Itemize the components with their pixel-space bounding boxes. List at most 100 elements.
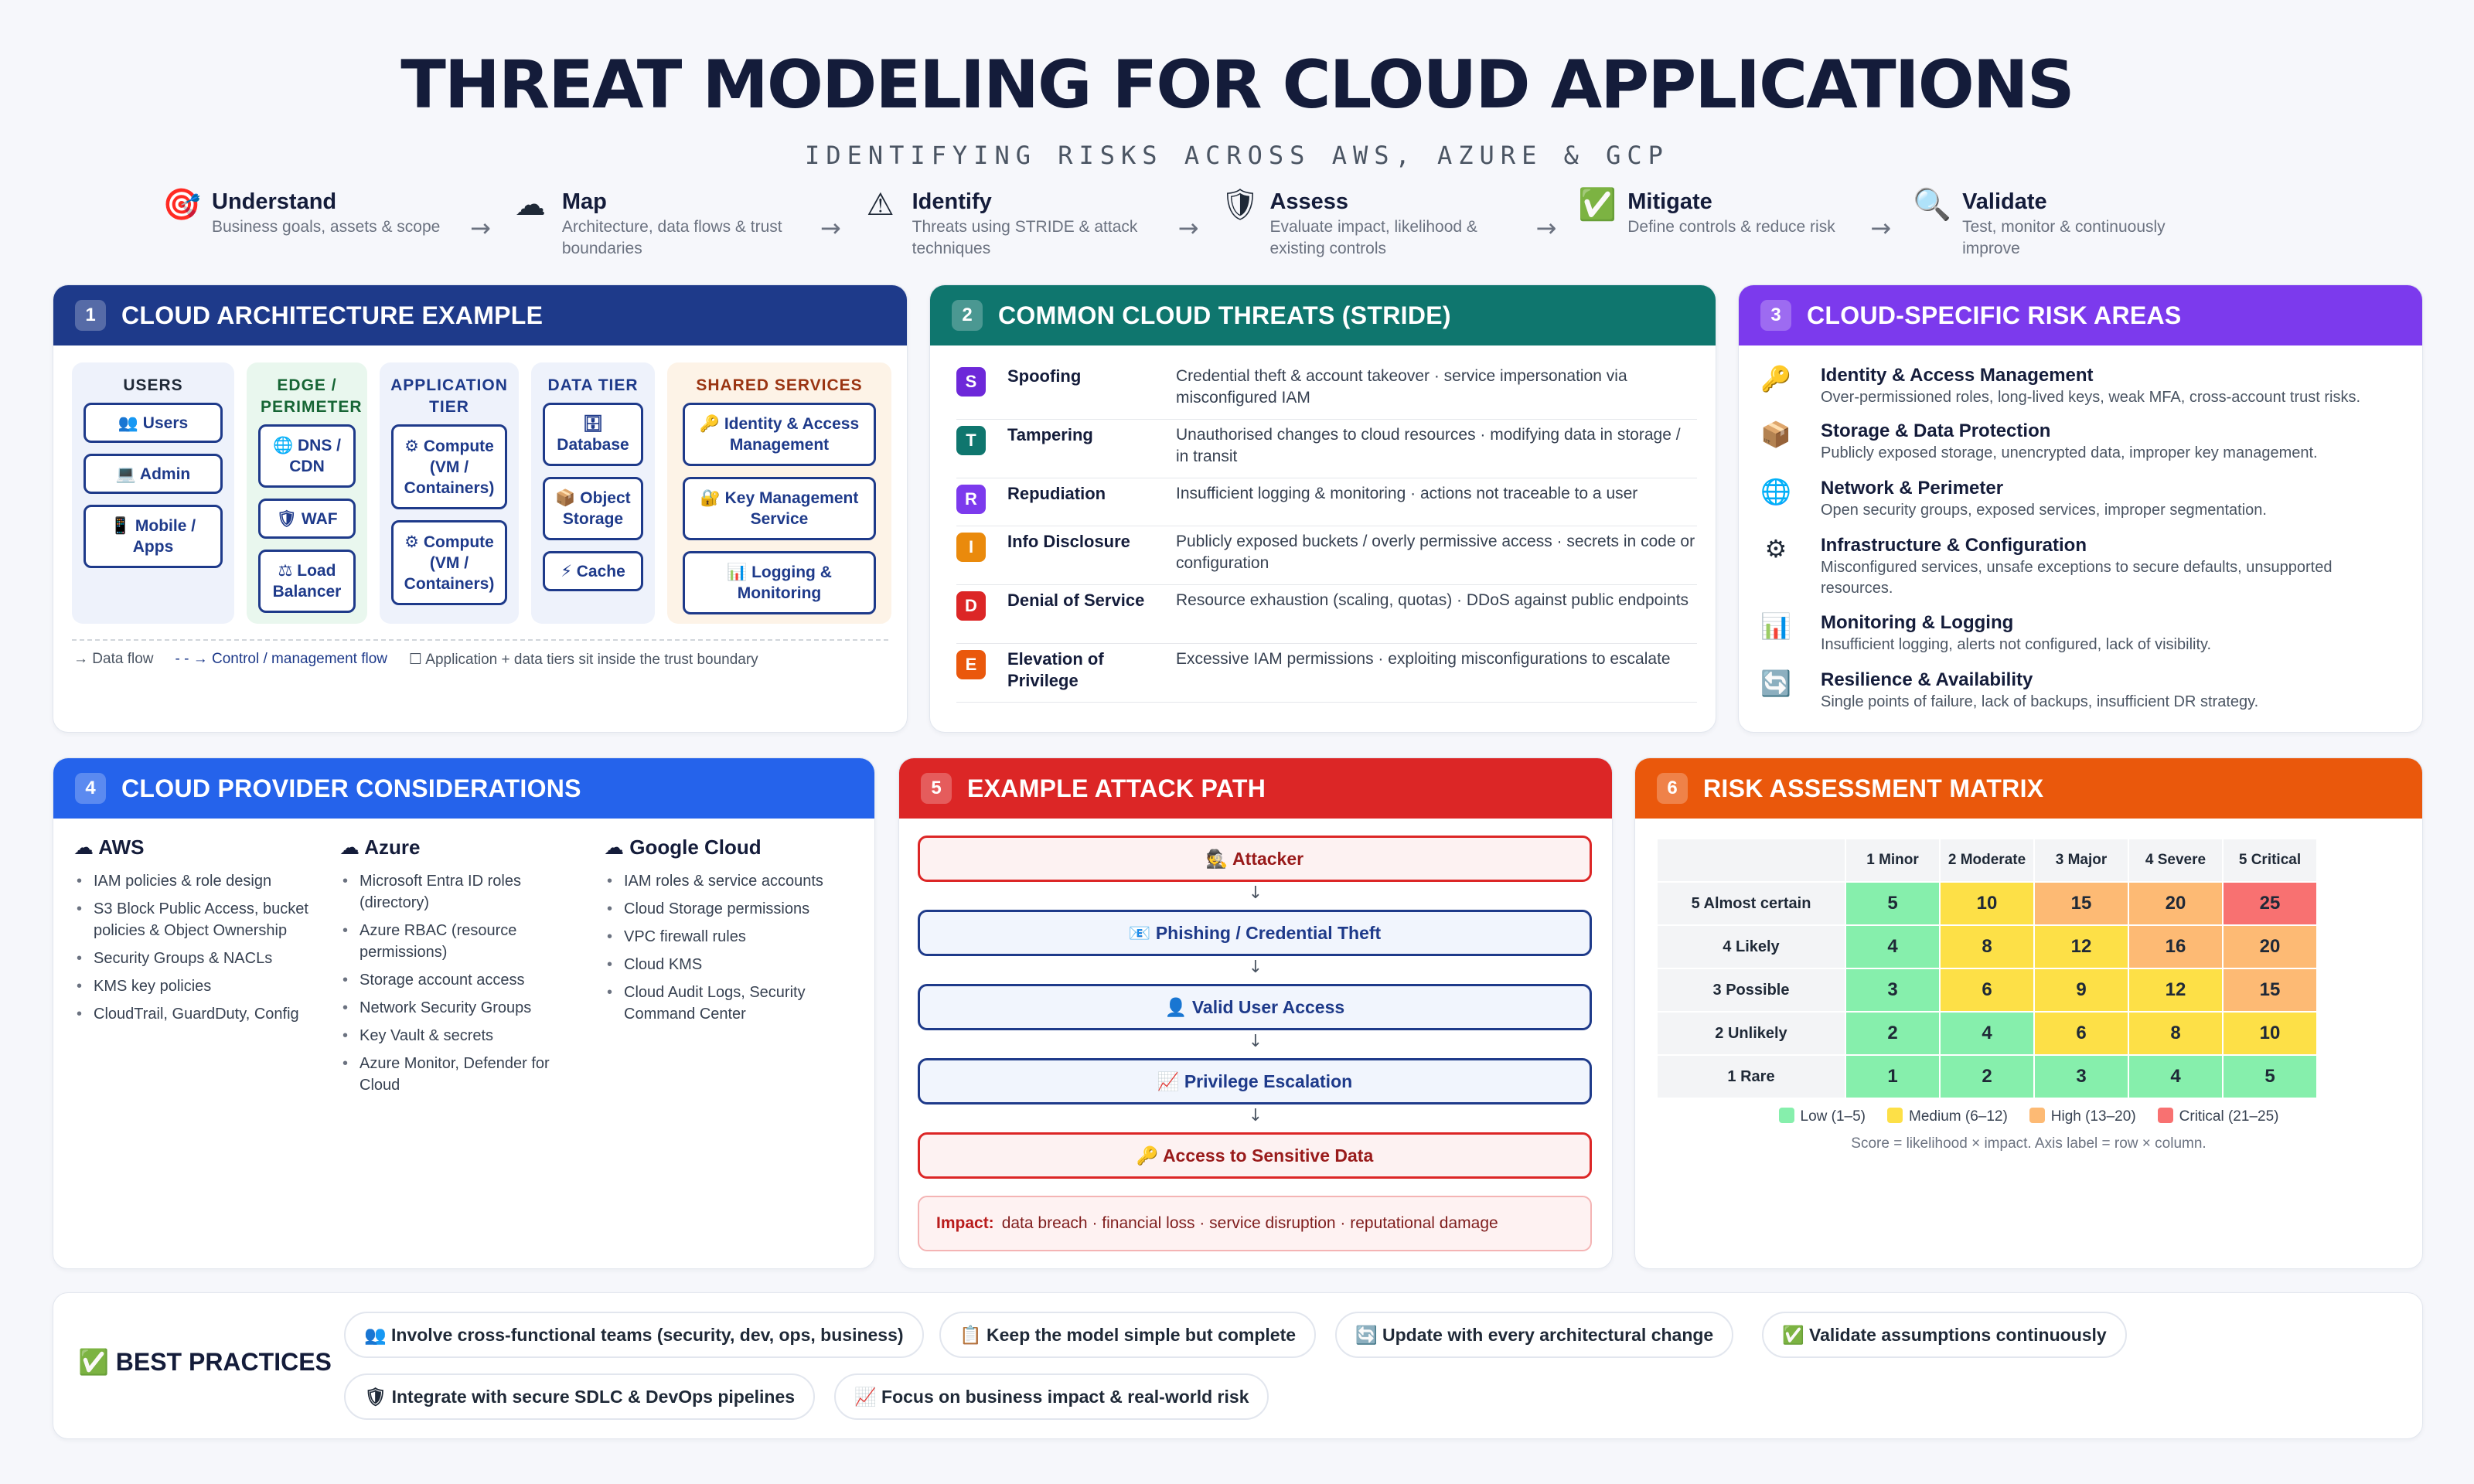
matrix-row: 2 Unlikely 2 4 6 8 10: [1657, 1012, 2317, 1055]
matrix-cell: 15: [2223, 968, 2317, 1012]
provider-item: KMS key policies: [73, 975, 321, 997]
provider-item: IAM policies & role design: [73, 870, 321, 892]
node-compute: ⚙ Compute (VM / Containers): [391, 424, 507, 509]
practice-pill: 🔄 Update with every architectural change: [1335, 1312, 1734, 1358]
best-practices-label: ✅ BEST PRACTICES: [78, 1348, 332, 1376]
stride-badge: D: [956, 591, 986, 621]
provider-item: IAM roles & service accounts: [604, 870, 851, 892]
panel-number: 4: [75, 773, 106, 804]
risk-desc: Over-permissioned roles, long-lived keys…: [1821, 389, 2360, 406]
attack-step-sensitive-data: 🔑 Access to Sensitive Data: [918, 1132, 1592, 1179]
threat-row-repudiation: R Repudiation Insufficient logging & mon…: [956, 482, 1697, 526]
practice-pill: 📈 Focus on business impact & real-world …: [834, 1373, 1269, 1420]
threat-name: Tampering: [1007, 425, 1093, 444]
column-users: USERS 👥 Users 💻 Admin 📱 Mobile / Apps: [72, 362, 234, 624]
matrix-cell: 3: [1845, 968, 1940, 1012]
legend-high: High (13–20): [2029, 1108, 2136, 1125]
legend-medium: Medium (6–12): [1887, 1108, 2008, 1125]
threat-desc: Credential theft & account takeover · se…: [1176, 367, 1627, 407]
legend-control-flow: - - → Control / management flow: [175, 651, 388, 667]
risk-item: 🔑 Identity & Access Management Over-perm…: [1760, 364, 2407, 408]
node-dns-cdn: 🌐 DNS / CDN: [258, 424, 356, 488]
arrow-down-icon: ↓: [1248, 958, 1263, 977]
provider-item: Cloud Storage permissions: [604, 898, 851, 920]
stride-badge: R: [956, 485, 986, 514]
provider-item: Azure Monitor, Defender for Cloud: [339, 1053, 579, 1096]
matrix-column-header: 3 Major: [2034, 839, 2128, 882]
matrix-cell: 5: [2223, 1055, 2317, 1098]
step-title: Assess: [1269, 189, 1349, 214]
node-users: 👥 Users: [83, 403, 223, 443]
column-title: SHARED SERVICES: [696, 376, 863, 394]
threat-row-info-disclosure: I Info Disclosure Publicly exposed bucke…: [956, 529, 1697, 585]
practice-pill: 📋 Keep the model simple but complete: [939, 1312, 1317, 1358]
risk-title: Infrastructure & Configuration: [1821, 535, 2087, 556]
column-title: USERS: [123, 376, 183, 394]
matrix-row: 5 Almost certain 5 10 15 20 25: [1657, 882, 2317, 925]
risk-title: Network & Perimeter: [1821, 478, 2004, 499]
provider-item: CloudTrail, GuardDuty, Config: [73, 1003, 321, 1025]
attack-step-valid-access: 👤 Valid User Access: [918, 984, 1592, 1030]
node-cache: ⚡ Cache: [543, 551, 643, 591]
matrix-column-header: 2 Moderate: [1940, 839, 2034, 882]
panel-header: 5 EXAMPLE ATTACK PATH: [899, 758, 1612, 819]
risk-desc: Insufficient logging, alerts not configu…: [1821, 636, 2212, 653]
step-desc: Test, monitor & continuously: [1962, 218, 2166, 236]
provider-item: Key Vault & secrets: [339, 1025, 579, 1047]
provider-azure: ☁ Azure Microsoft Entra ID roles (direct…: [339, 836, 579, 1102]
step-understand: 🎯 Understand Business goals, assets & sc…: [162, 187, 448, 238]
step-desc: Architecture, data flows & trust: [561, 218, 782, 236]
practice-pill: 🛡 Integrate with secure SDLC & DevOps pi…: [344, 1373, 816, 1420]
matrix-cell: 10: [2223, 1012, 2317, 1055]
threat-name: Elevation of Privilege: [1007, 649, 1104, 690]
step-desc: techniques: [912, 240, 991, 257]
matrix-cell: 15: [2034, 882, 2128, 925]
stride-badge: T: [956, 426, 986, 455]
check-icon: ✅: [1578, 187, 1617, 223]
step-title: Validate: [1962, 189, 2047, 214]
matrix-note: Score = likelihood × impact. Axis label …: [1851, 1135, 2206, 1152]
node-database: 🗄 Database: [543, 403, 643, 466]
threat-desc: Unauthorised changes to cloud resources …: [1176, 426, 1681, 465]
threat-row-denial-of-service: D Denial of Service Resource exhaustion …: [956, 588, 1697, 644]
refresh-icon: 🔄: [1760, 669, 1791, 698]
column-edge: EDGE / PERIMETER 🌐 DNS / CDN 🛡 WAF ⚖ Loa…: [247, 362, 367, 624]
matrix-cell: 20: [2128, 882, 2223, 925]
threat-row-elevation: E Elevation of Privilege Excessive IAM p…: [956, 647, 1697, 703]
matrix-cell: 9: [2034, 968, 2128, 1012]
page-title: THREAT MODELING FOR CLOUD APPLICATIONS: [400, 46, 2074, 124]
process-steps: 🎯 Understand Business goals, assets & sc…: [162, 187, 2474, 264]
provider-item: Network Security Groups: [339, 997, 579, 1019]
arrow-icon: →: [470, 213, 491, 243]
impact-text: data breach · financial loss · service d…: [1001, 1214, 1498, 1232]
matrix-cell: 8: [1940, 925, 2034, 968]
step-desc: Define controls & reduce risk: [1627, 218, 1835, 236]
divider: [72, 639, 888, 641]
matrix-cell: 8: [2128, 1012, 2223, 1055]
node-admin: 💻 Admin: [83, 454, 223, 494]
matrix-column-header: 5 Critical: [2223, 839, 2317, 882]
legend-critical: Critical (21–25): [2157, 1108, 2278, 1125]
attack-step-phishing: 📧 Phishing / Credential Theft: [918, 910, 1592, 956]
matrix-row-label: 5 Almost certain: [1657, 882, 1845, 925]
matrix-row: 3 Possible 3 6 9 12 15: [1657, 968, 2317, 1012]
risk-desc: Open security groups, exposed services, …: [1821, 502, 2267, 519]
provider-name: ☁ Google Cloud: [604, 836, 762, 859]
provider-item: VPC firewall rules: [604, 926, 851, 948]
risk-title: Monitoring & Logging: [1821, 612, 2014, 633]
threat-row-tampering: T Tampering Unauthorised changes to clou…: [956, 423, 1697, 478]
matrix-cell: 4: [1940, 1012, 2034, 1055]
step-map: ☁ Map Architecture, data flows & trust b…: [513, 187, 799, 260]
provider-aws: ☁ AWS IAM policies & role design S3 Bloc…: [73, 836, 321, 1031]
panel-number: 6: [1657, 773, 1688, 804]
arrow-icon: →: [1177, 213, 1199, 243]
provider-item: Storage account access: [339, 969, 579, 991]
step-desc: boundaries: [561, 240, 642, 257]
node-logging: 📊 Logging & Monitoring: [683, 551, 876, 614]
matrix-cell: 20: [2223, 925, 2317, 968]
panel-header: 3 CLOUD-SPECIFIC RISK AREAS: [1739, 285, 2422, 345]
provider-name: ☁ Azure: [339, 836, 421, 859]
panel-number: 3: [1760, 300, 1791, 331]
target-icon: 🎯: [162, 187, 201, 223]
risk-item: ⚙ Infrastructure & Configuration Misconf…: [1760, 534, 2407, 599]
